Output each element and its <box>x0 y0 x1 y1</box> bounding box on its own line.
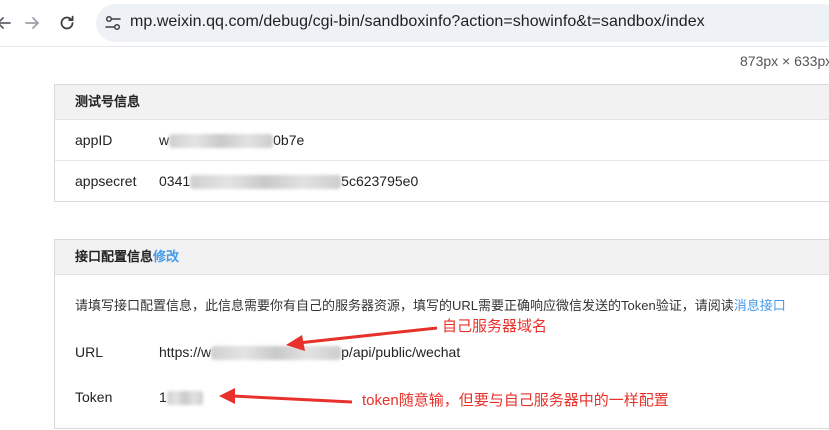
appid-label: appID <box>75 132 113 148</box>
appsecret-label: appsecret <box>75 173 137 189</box>
forward-arrow-icon[interactable] <box>22 13 42 33</box>
token-prefix: 1 <box>159 389 167 405</box>
url-value[interactable]: https://w p/api/public/wechat <box>159 344 461 361</box>
appid-prefix: w <box>159 132 170 148</box>
url-label: URL <box>75 344 104 360</box>
toolbar-divider <box>0 46 829 47</box>
reload-icon[interactable] <box>57 13 77 33</box>
appid-value: w 0b7e <box>159 132 305 149</box>
appid-row: appID w 0b7e <box>55 120 829 161</box>
config-title: 接口配置信息 <box>75 249 154 264</box>
domain-annotation: 自己服务器域名 <box>442 318 548 335</box>
message-interface-link[interactable]: 消息接口 <box>734 298 786 313</box>
address-bar[interactable]: mp.weixin.qq.com/debug/cgi-bin/sandboxin… <box>96 4 829 42</box>
config-notice: 请填写接口配置信息，此信息需要你有自己的服务器资源，填写的URL需要正确响应微信… <box>75 295 786 314</box>
appsecret-value: 0341 5c623795e0 <box>159 173 419 190</box>
redaction-blur <box>211 346 342 361</box>
redaction-blur <box>166 391 203 406</box>
token-annotation: token随意输，但要与自己服务器中的一样配置 <box>362 392 669 409</box>
edit-link[interactable]: 修改 <box>153 249 179 264</box>
back-arrow-icon[interactable] <box>0 13 14 33</box>
redaction-blur <box>169 134 274 149</box>
test-account-panel: 测试号信息 appID w 0b7e appsecret 0341 5c623795… <box>54 84 829 202</box>
appsecret-suffix: 5c623795e0 <box>341 173 419 189</box>
panel-title: 接口配置信息修改 <box>55 240 829 275</box>
appsecret-row: appsecret 0341 5c623795e0 <box>55 161 829 201</box>
url-prefix: https://w <box>159 344 212 360</box>
appid-suffix: 0b7e <box>273 132 305 148</box>
browser-toolbar: mp.weixin.qq.com/debug/cgi-bin/sandboxin… <box>0 0 829 46</box>
panel-title: 测试号信息 <box>55 85 829 120</box>
redaction-blur <box>190 175 342 190</box>
viewport-size-label: 873px × 633px <box>740 53 829 69</box>
site-settings-icon[interactable] <box>104 15 122 31</box>
url-suffix: p/api/public/wechat <box>341 344 461 360</box>
token-label: Token <box>75 389 113 405</box>
notice-text: 请填写接口配置信息，此信息需要你有自己的服务器资源，填写的URL需要正确响应微信… <box>75 298 734 313</box>
token-value[interactable]: 1 <box>159 389 203 406</box>
appsecret-prefix: 0341 <box>159 173 191 189</box>
url-text[interactable]: mp.weixin.qq.com/debug/cgi-bin/sandboxin… <box>130 13 705 31</box>
